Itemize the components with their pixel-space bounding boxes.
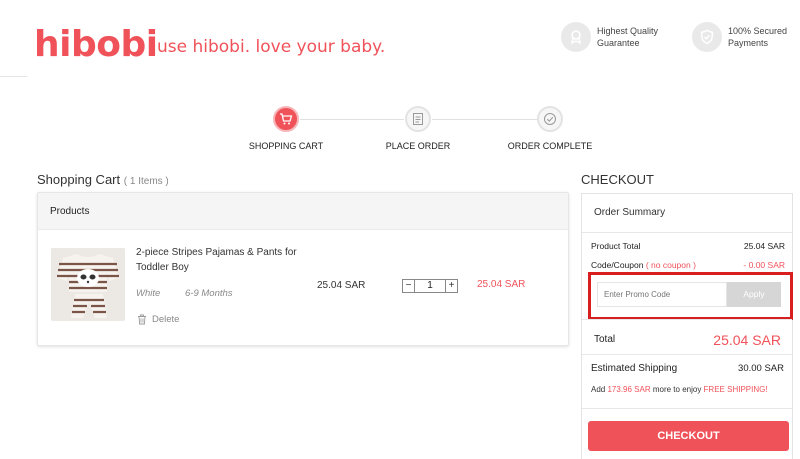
quality-line2: Guarantee [597, 38, 640, 48]
product-color: White [136, 288, 161, 299]
coupon-label: Code/Coupon [591, 260, 644, 270]
summary-divider [582, 354, 792, 355]
step-order-complete: ORDER COMPLETE [490, 106, 610, 151]
cart-icon [273, 106, 299, 132]
header-divider [0, 76, 27, 77]
secure-line1: 100% Secured [728, 26, 788, 36]
product-total-row: Product Total 25.04 SAR [591, 241, 785, 251]
product-image[interactable] [51, 248, 125, 321]
apply-promo-button[interactable]: Apply [727, 282, 781, 307]
product-name-link[interactable]: 2-piece Stripes Pajamas & Pants for Todd… [136, 245, 306, 275]
product-total-value: 25.04 SAR [743, 241, 785, 251]
summary-divider [582, 319, 792, 320]
free-shipping-label: FREE SHIPPING! [703, 385, 768, 394]
product-total-label: Product Total [591, 241, 641, 251]
secure-line2: Payments [728, 38, 769, 48]
increase-quantity-button[interactable]: + [445, 279, 458, 293]
delete-button[interactable]: Delete [137, 314, 179, 325]
trash-icon [138, 314, 146, 325]
free-shipping-note: Add 173.96 SAR more to enjoy FREE SHIPPI… [591, 385, 768, 394]
check-circle-icon [537, 106, 563, 132]
checkout-title: CHECKOUT [581, 172, 654, 187]
order-summary-title: Order Summary [582, 194, 792, 233]
medal-icon [561, 22, 591, 52]
shipping-value: 30.00 SAR [738, 363, 784, 374]
cart-count: ( 1 Items ) [123, 176, 169, 187]
quantity-value[interactable]: 1 [415, 279, 445, 293]
hibobi-logo[interactable]: hibobi [34, 24, 158, 65]
summary-divider [582, 408, 792, 409]
decrease-quantity-button[interactable]: − [402, 279, 415, 293]
step-label: PLACE ORDER [385, 141, 451, 151]
free-shipping-amount: 173.96 SAR [607, 385, 651, 394]
unit-price: 25.04 SAR [317, 280, 366, 291]
total-label: Total [594, 334, 616, 345]
cart-panel: Products 2-piece Stripes Pajamas & Pants… [37, 192, 569, 346]
products-header: Products [38, 193, 568, 230]
quantity-stepper: − 1 + [402, 279, 458, 293]
total-value: 25.04 SAR [713, 332, 781, 348]
coupon-row: Code/Coupon ( no coupon ) - 0.00 SAR [591, 260, 785, 270]
step-shopping-cart: SHOPPING CART [226, 106, 346, 151]
secure-badge: 100% Secured Payments [692, 22, 787, 52]
product-size: 6-9 Months [185, 288, 233, 299]
step-label: SHOPPING CART [248, 141, 324, 151]
promo-code-input[interactable] [597, 282, 727, 307]
quality-line1: Highest Quality [597, 26, 659, 36]
delete-label: Delete [152, 314, 180, 325]
shield-check-icon [692, 22, 722, 52]
step-place-order: PLACE ORDER [358, 106, 478, 151]
step-label: ORDER COMPLETE [507, 141, 593, 151]
coupon-note: ( no coupon ) [645, 260, 696, 270]
quality-badge: Highest Quality Guarantee [561, 22, 658, 52]
line-total-price: 25.04 SAR [477, 279, 526, 290]
shipping-label: Estimated Shipping [591, 363, 678, 374]
tagline: use hibobi. love your baby. [157, 37, 386, 57]
checkout-button[interactable]: CHECKOUT [588, 421, 789, 451]
clipboard-icon [405, 106, 431, 132]
coupon-value: - 0.00 SAR [743, 260, 785, 270]
checkout-panel: Order Summary [581, 193, 793, 459]
cart-title: Shopping Cart ( 1 Items ) [37, 172, 169, 187]
